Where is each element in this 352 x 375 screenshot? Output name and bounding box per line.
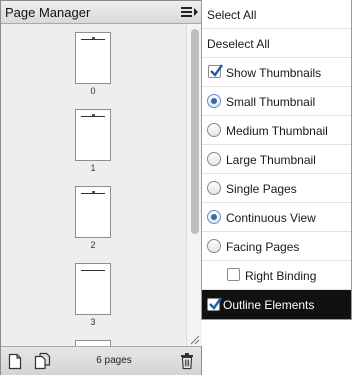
new-page-icon[interactable] xyxy=(8,353,22,370)
thumbnail-list: 0 1 2 3 xyxy=(1,24,186,346)
large-thumbnail-radio[interactable] xyxy=(207,152,221,166)
page-manager-menu: Select All Deselect All Show Thumbnails … xyxy=(201,0,352,320)
menu-item-large-thumbnail[interactable]: Large Thumbnail xyxy=(202,145,351,174)
menu-item-label: Medium Thumbnail xyxy=(226,124,328,138)
page-thumbnail[interactable] xyxy=(75,109,111,161)
page-number-label: 1 xyxy=(90,163,96,173)
duplicate-page-icon[interactable] xyxy=(34,352,52,370)
menu-item-label: Select All xyxy=(207,8,257,22)
menu-item-facing-pages[interactable]: Facing Pages xyxy=(202,232,351,261)
menu-item-label: Facing Pages xyxy=(226,240,300,254)
panel-header: Page Manager xyxy=(1,1,201,24)
page-thumbnail[interactable] xyxy=(75,186,111,238)
medium-thumbnail-radio[interactable] xyxy=(207,123,221,137)
page-thumbnail[interactable] xyxy=(75,32,111,84)
menu-item-label: Outline Elements xyxy=(223,298,315,312)
menu-item-label: Deselect All xyxy=(207,37,270,51)
show-thumbnails-checkbox[interactable] xyxy=(208,64,223,78)
scrollbar-thumb[interactable] xyxy=(191,29,199,234)
panel-title: Page Manager xyxy=(5,5,91,20)
menu-item-label: Right Binding xyxy=(245,269,317,283)
outline-elements-checkbox[interactable] xyxy=(207,297,222,311)
resize-grip-icon[interactable] xyxy=(188,332,200,345)
trash-icon[interactable] xyxy=(180,352,194,370)
menu-item-select-all[interactable]: Select All xyxy=(202,0,351,29)
page-count: 6 pages xyxy=(96,355,132,366)
menu-item-deselect-all[interactable]: Deselect All xyxy=(202,29,351,58)
page-manager-panel: Page Manager 0 1 2 3 6 pages xyxy=(0,0,202,375)
thumbnail-scrollbar[interactable] xyxy=(186,24,202,346)
menu-item-show-thumbnails[interactable]: Show Thumbnails xyxy=(202,58,351,87)
continuous-view-radio[interactable] xyxy=(207,210,221,224)
facing-pages-radio[interactable] xyxy=(207,239,221,253)
right-binding-checkbox[interactable] xyxy=(227,268,240,281)
menu-item-small-thumbnail[interactable]: Small Thumbnail xyxy=(202,87,351,116)
menu-item-label: Single Pages xyxy=(226,182,297,196)
menu-item-continuous-view[interactable]: Continuous View xyxy=(202,203,351,232)
menu-item-label: Small Thumbnail xyxy=(226,95,316,109)
menu-item-label: Show Thumbnails xyxy=(226,66,322,80)
page-thumbnail[interactable] xyxy=(75,263,111,315)
panel-footer: 6 pages xyxy=(1,346,201,375)
page-number-label: 2 xyxy=(90,240,96,250)
page-number-label: 0 xyxy=(90,86,96,96)
menu-item-label: Continuous View xyxy=(226,211,316,225)
menu-item-right-binding[interactable]: Right Binding xyxy=(202,261,351,290)
menu-item-outline-elements[interactable]: Outline Elements xyxy=(202,290,351,319)
page-number-label: 3 xyxy=(90,317,96,327)
menu-item-label: Large Thumbnail xyxy=(226,153,316,167)
menu-item-single-pages[interactable]: Single Pages xyxy=(202,174,351,203)
single-pages-radio[interactable] xyxy=(207,181,221,195)
hamburger-menu-icon[interactable] xyxy=(180,5,202,20)
menu-item-medium-thumbnail[interactable]: Medium Thumbnail xyxy=(202,116,351,145)
small-thumbnail-radio[interactable] xyxy=(207,94,221,108)
